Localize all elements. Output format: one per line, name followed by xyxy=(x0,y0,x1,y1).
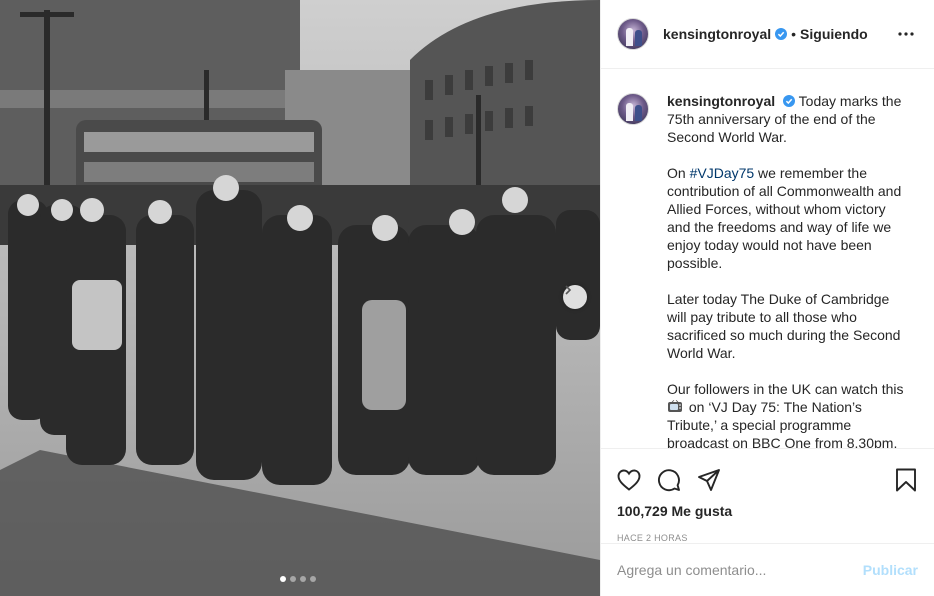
more-options-button[interactable] xyxy=(894,22,918,46)
carousel-dot xyxy=(310,576,316,582)
paper-plane-icon xyxy=(698,469,720,491)
next-image-button[interactable] xyxy=(563,285,587,309)
comment-form: Publicar xyxy=(601,543,934,596)
television-emoji-icon xyxy=(668,400,682,412)
carousel-dot xyxy=(300,576,306,582)
like-button[interactable] xyxy=(615,466,643,494)
vj-day-photo xyxy=(0,0,600,596)
username-link[interactable]: kensingtonroyal xyxy=(663,26,771,42)
avatar[interactable] xyxy=(617,93,649,125)
avatar[interactable] xyxy=(617,18,649,50)
post-header: kensingtonroyal • Siguiendo xyxy=(601,0,934,69)
post-timestamp[interactable]: HACE 2 HORAS xyxy=(601,519,934,543)
bookmark-icon xyxy=(896,468,916,492)
caption-paragraph: on ‘VJ Day 75: The Nation’s Tribute,’ a … xyxy=(667,399,898,448)
publish-button[interactable]: Publicar xyxy=(863,562,918,578)
comment-button[interactable] xyxy=(655,466,683,494)
post-caption: kensingtonroyal Today marks the 75th ann… xyxy=(601,70,934,448)
share-button[interactable] xyxy=(695,466,723,494)
more-options-icon xyxy=(898,32,914,36)
hashtag-link[interactable]: #VJDay75 xyxy=(690,165,755,181)
comment-input[interactable] xyxy=(617,562,863,578)
caption-username[interactable]: kensingtonroyal xyxy=(667,93,775,109)
separator: • xyxy=(791,26,797,42)
caption-text: kensingtonroyal Today marks the 75th ann… xyxy=(667,92,911,448)
post-photo[interactable] xyxy=(0,0,600,596)
caption-paragraph: Later today The Duke of Cambridge will p… xyxy=(667,291,901,361)
caption-paragraph: Our followers in the UK can watch this xyxy=(667,381,904,397)
carousel-dot xyxy=(290,576,296,582)
verified-badge-icon xyxy=(783,95,796,107)
post-side-panel: kensingtonroyal • Siguiendo kensingtonro… xyxy=(600,0,934,596)
carousel-indicator xyxy=(280,576,316,582)
chevron-right-icon xyxy=(565,285,572,295)
save-button[interactable] xyxy=(892,466,920,494)
carousel-dot xyxy=(280,576,286,582)
post-actions: 100,729 Me gusta HACE 2 HORAS xyxy=(601,448,934,546)
following-button[interactable]: Siguiendo xyxy=(800,26,868,42)
heart-icon xyxy=(617,469,641,491)
verified-badge-icon xyxy=(775,28,788,40)
likes-count[interactable]: 100,729 Me gusta xyxy=(601,499,934,519)
caption-paragraph: On xyxy=(667,165,690,181)
comment-icon xyxy=(658,469,680,492)
